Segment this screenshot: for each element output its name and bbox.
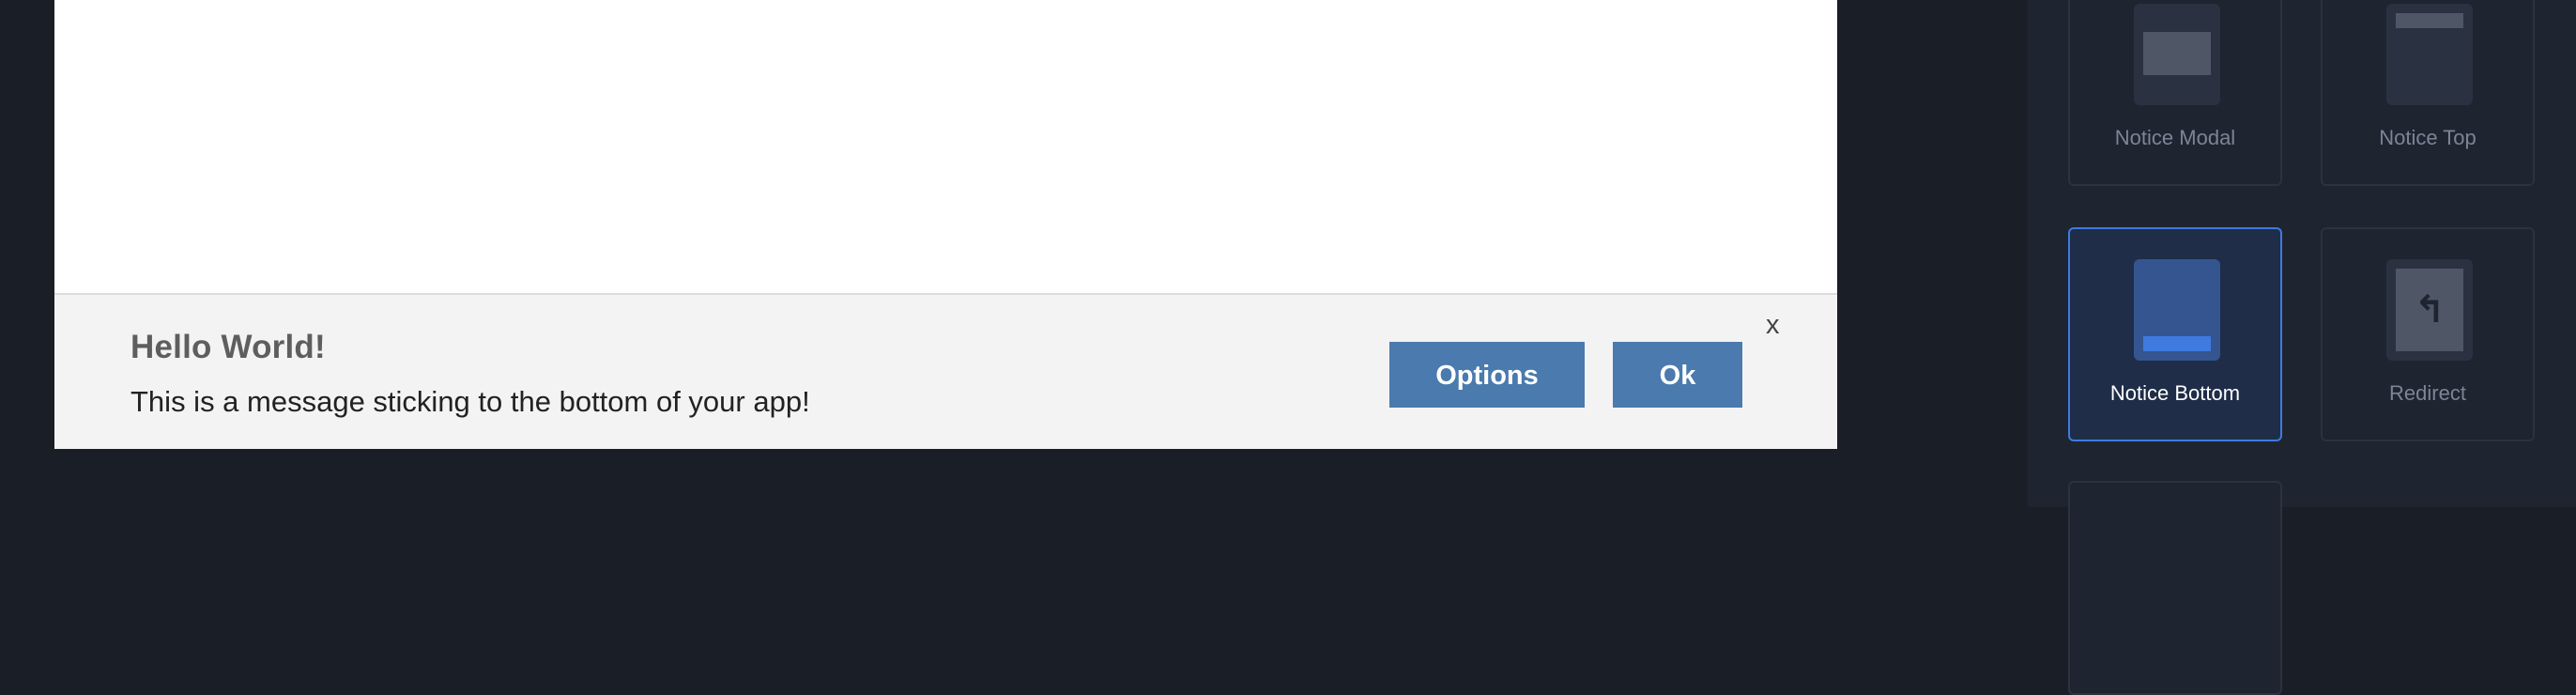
- template-card-label: Redirect: [2389, 381, 2466, 405]
- app-preview: Hello World! This is a message sticking …: [54, 0, 1837, 449]
- template-card-label: Notice Top: [2379, 126, 2476, 149]
- notice-bottom-icon: [2134, 259, 2220, 361]
- template-card-notice-modal[interactable]: Notice Modal: [2068, 0, 2282, 186]
- options-button[interactable]: Options: [1389, 342, 1585, 408]
- bottom-notice-bar: Hello World! This is a message sticking …: [54, 293, 1837, 449]
- ok-button[interactable]: Ok: [1613, 342, 1742, 408]
- template-card-redirect[interactable]: ↰ Redirect: [2321, 227, 2535, 441]
- redirect-icon: ↰: [2386, 259, 2473, 361]
- close-icon[interactable]: x: [1766, 310, 1780, 341]
- notice-top-icon: [2386, 4, 2473, 105]
- notice-modal-icon: [2134, 4, 2220, 105]
- template-card-notice-bottom[interactable]: Notice Bottom: [2068, 227, 2282, 441]
- template-card-partial[interactable]: [2068, 481, 2282, 695]
- template-card-label: Notice Modal: [2114, 126, 2236, 149]
- template-panel: Notice Modal Notice Top Notice Bottom ↰ …: [2028, 0, 2576, 695]
- template-card-label: Notice Bottom: [2109, 381, 2241, 405]
- notice-message: This is a message sticking to the bottom…: [130, 385, 810, 418]
- notice-title: Hello World!: [130, 329, 326, 365]
- template-card-notice-top[interactable]: Notice Top: [2321, 0, 2535, 186]
